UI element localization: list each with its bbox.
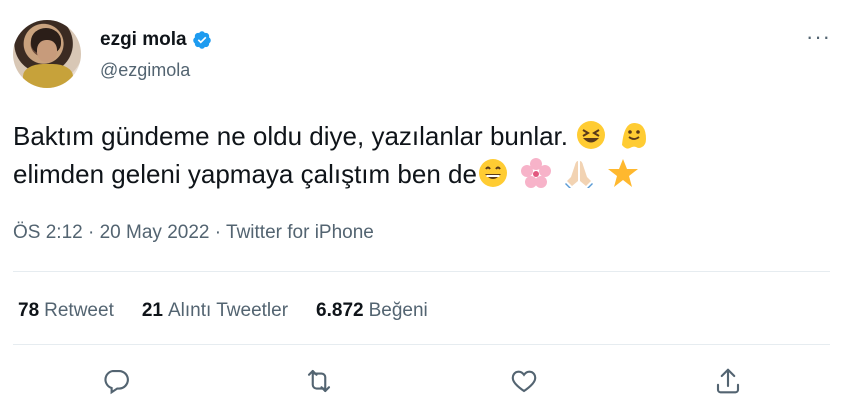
tweet-card: ezgi mola @ezgimola ··· Baktım gündeme n…	[0, 0, 850, 408]
tweet-line-1-text: Baktım gündeme ne oldu diye, yazılanlar …	[13, 121, 569, 151]
tweet-text: Baktım gündeme ne oldu diye, yazılanlar …	[13, 117, 833, 193]
display-name[interactable]: ezgi mola	[100, 29, 187, 51]
tweet-meta: ÖS 2:12 · 20 May 2022 · Twitter for iPho…	[13, 222, 374, 244]
share-icon	[716, 368, 740, 394]
grinning-emoji-icon	[478, 159, 507, 187]
tweet-date[interactable]: 20 May 2022	[100, 222, 210, 243]
meta-separator: ·	[88, 222, 95, 243]
tweet-source[interactable]: Twitter for iPhone	[226, 222, 374, 243]
tweet-line-2: elimden geleni yapmaya çalıştım ben de	[13, 155, 833, 193]
like-icon	[511, 370, 537, 393]
tweet-time[interactable]: ÖS 2:12	[13, 222, 83, 243]
melting-face-emoji-icon	[622, 123, 647, 149]
verified-badge-icon	[192, 31, 211, 49]
star-emoji-icon	[607, 159, 638, 187]
likes-label: Beğeni	[368, 300, 428, 321]
retweet-button[interactable]	[304, 366, 334, 396]
likes-stat[interactable]: 6.872 Beğeni	[316, 300, 428, 322]
divider	[13, 271, 830, 272]
tweet-line-1: Baktım gündeme ne oldu diye, yazılanlar …	[13, 117, 833, 155]
tweet-line-2-text: elimden geleni yapmaya çalıştım ben de	[13, 159, 477, 189]
tweet-actions	[0, 366, 850, 400]
share-button[interactable]	[713, 366, 743, 396]
quotes-label: Alıntı Tweetler	[167, 300, 289, 321]
retweets-label: Retweet	[44, 300, 114, 321]
quotes-count: 21	[141, 300, 163, 321]
retweets-stat[interactable]: 78 Retweet	[18, 300, 114, 322]
tweet-stats: 78 Retweet 21 Alıntı Tweetler 6.872 Beğeni	[18, 300, 456, 322]
cherry-blossom-emoji-icon	[521, 158, 552, 188]
reply-icon	[104, 369, 129, 395]
author-name-row[interactable]: ezgi mola	[100, 29, 212, 51]
avatar[interactable]	[13, 20, 81, 88]
squinting-laugh-emoji-icon	[577, 121, 606, 149]
retweet-icon	[307, 369, 331, 393]
retweets-count: 78	[18, 300, 40, 321]
divider	[13, 344, 830, 345]
meta-separator: ·	[214, 222, 222, 243]
quotes-stat[interactable]: 21 Alıntı Tweetler	[142, 300, 288, 322]
likes-count: 6.872	[316, 300, 364, 321]
folded-hands-emoji-icon	[565, 161, 594, 188]
more-icon[interactable]: ···	[806, 26, 831, 48]
like-button[interactable]	[509, 366, 539, 396]
handle[interactable]: @ezgimola	[100, 60, 190, 81]
reply-button[interactable]	[101, 366, 131, 396]
